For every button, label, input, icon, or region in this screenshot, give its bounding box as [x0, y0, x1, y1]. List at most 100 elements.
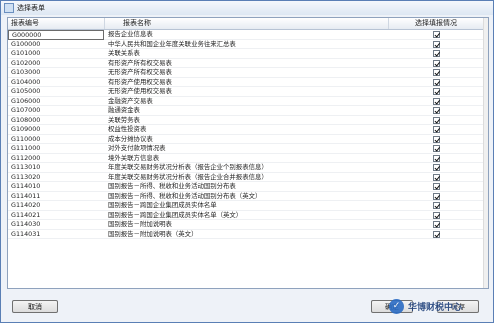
column-header-name[interactable]: 报表名称	[105, 18, 389, 29]
watermark-text: 华博财税中心	[408, 303, 463, 313]
table-row[interactable]: G114020 国别报告－跨国企业集团成员实体名单	[8, 201, 484, 211]
table-row[interactable]: G102000 有形资产所有权交易表	[8, 59, 484, 69]
include-checkbox[interactable]	[433, 116, 440, 124]
report-name-cell[interactable]: 中华人民共和国企业年度关联业务往来汇总表	[105, 40, 389, 50]
report-code-cell[interactable]: G101000	[8, 49, 104, 59]
include-checkbox[interactable]	[433, 69, 440, 77]
report-name-cell[interactable]: 金融资产交易表	[105, 97, 389, 107]
column-header-selection[interactable]: 选择填报情况	[389, 18, 484, 29]
include-checkbox[interactable]	[433, 126, 440, 134]
report-code-cell[interactable]: G107000	[8, 106, 104, 116]
include-checkbox[interactable]	[433, 31, 440, 39]
report-code-cell[interactable]: G110000	[8, 135, 104, 145]
table-row[interactable]: G106000 金融资产交易表	[8, 97, 484, 107]
table-row[interactable]: G114021 国别报告－跨国企业集团成员实体名单（英文）	[8, 211, 484, 221]
report-name-cell[interactable]: 境外关联方信息表	[105, 154, 389, 164]
report-code-cell[interactable]: G114011	[8, 192, 104, 202]
report-name-cell[interactable]: 年度关联交易财务状况分析表（报告企业个别报表信息）	[105, 163, 389, 173]
table-row[interactable]: G105000 无形资产使用权交易表	[8, 87, 484, 97]
include-checkbox[interactable]	[433, 88, 440, 96]
report-code-cell[interactable]: G103000	[8, 68, 104, 78]
report-name-cell[interactable]: 国别报告－附加说明表	[105, 220, 389, 230]
table-row[interactable]: G100000 中华人民共和国企业年度关联业务往来汇总表	[8, 40, 484, 50]
report-name-cell[interactable]: 国别报告－所得、税收和业务活动国别分布表（英文）	[105, 192, 389, 202]
include-checkbox[interactable]	[433, 221, 440, 229]
vertical-scrollbar[interactable]	[483, 18, 488, 288]
report-code-cell[interactable]: G102000	[8, 59, 104, 69]
table-row[interactable]: G114010 国别报告－所得、税收和业务活动国别分布表	[8, 182, 484, 192]
report-code-cell[interactable]: G106000	[8, 97, 104, 107]
report-name-cell[interactable]: 国别报告－附加说明表（英文）	[105, 230, 389, 240]
include-checkbox[interactable]	[433, 59, 440, 67]
table-row[interactable]: G114031 国别报告－附加说明表（英文）	[8, 230, 484, 240]
table-header: 报表编号 报表名称 选择填报情况	[8, 18, 484, 30]
table-row[interactable]: G000000 报告企业信息表	[8, 30, 484, 40]
table-row[interactable]: G114011 国别报告－所得、税收和业务活动国别分布表（英文）	[8, 192, 484, 202]
include-checkbox[interactable]	[433, 50, 440, 58]
include-checkbox[interactable]	[433, 78, 440, 86]
include-checkbox[interactable]	[433, 107, 440, 115]
column-header-code[interactable]: 报表编号	[8, 18, 105, 29]
report-code-cell[interactable]: G114021	[8, 211, 104, 221]
selection-cell	[389, 125, 484, 135]
report-code-cell[interactable]: G105000	[8, 87, 104, 97]
table-row[interactable]: G108000 关联劳务表	[8, 116, 484, 126]
report-name-cell[interactable]: 关联劳务表	[105, 116, 389, 126]
table-row[interactable]: G109000 权益性投资表	[8, 125, 484, 135]
report-code-cell[interactable]: G114020	[8, 201, 104, 211]
report-name-cell[interactable]: 权益性投资表	[105, 125, 389, 135]
selection-cell	[389, 211, 484, 221]
table-row[interactable]: G104000 有形资产使用权交易表	[8, 78, 484, 88]
report-code-cell[interactable]: G100000	[8, 40, 104, 50]
include-checkbox[interactable]	[433, 192, 440, 200]
report-code-cell[interactable]: G111000	[8, 144, 104, 154]
report-code-cell[interactable]: G109000	[8, 125, 104, 135]
report-code-cell[interactable]: G113010	[8, 163, 104, 173]
report-name-cell[interactable]: 无形资产所有权交易表	[105, 68, 389, 78]
selection-cell	[389, 116, 484, 126]
include-checkbox[interactable]	[433, 164, 440, 172]
report-code-cell[interactable]: G114030	[8, 220, 104, 230]
report-name-cell[interactable]: 成本分摊协议表	[105, 135, 389, 145]
include-checkbox[interactable]	[433, 154, 440, 162]
include-checkbox[interactable]	[433, 230, 440, 238]
include-checkbox[interactable]	[433, 135, 440, 143]
table-row[interactable]: G103000 无形资产所有权交易表	[8, 68, 484, 78]
report-name-cell[interactable]: 报告企业信息表	[105, 30, 389, 40]
report-code-cell[interactable]: G114031	[8, 230, 104, 240]
include-checkbox[interactable]	[433, 173, 440, 181]
report-name-cell[interactable]: 国别报告－跨国企业集团成员实体名单（英文）	[105, 211, 389, 221]
report-name-cell[interactable]: 国别报告－跨国企业集团成员实体名单	[105, 201, 389, 211]
cancel-button[interactable]: 取消	[12, 300, 58, 313]
table-row[interactable]: G112000 境外关联方信息表	[8, 154, 484, 164]
report-code-cell[interactable]: G112000	[8, 154, 104, 164]
table-row[interactable]: G110000 成本分摊协议表	[8, 135, 484, 145]
report-name-cell[interactable]: 融通资金表	[105, 106, 389, 116]
report-name-cell[interactable]: 国别报告－所得、税收和业务活动国别分布表	[105, 182, 389, 192]
include-checkbox[interactable]	[433, 183, 440, 191]
include-checkbox[interactable]	[433, 211, 440, 219]
report-code-cell[interactable]: G108000	[8, 116, 104, 126]
table-row[interactable]: G114030 国别报告－附加说明表	[8, 220, 484, 230]
report-code-cell[interactable]: G000000	[8, 30, 104, 40]
table-row[interactable]: G111000 对外支付款项情况表	[8, 144, 484, 154]
report-code-cell[interactable]: G104000	[8, 78, 104, 88]
include-checkbox[interactable]	[433, 202, 440, 210]
include-checkbox[interactable]	[433, 145, 440, 153]
table-row[interactable]: G113010 年度关联交易财务状况分析表（报告企业个别报表信息）	[8, 163, 484, 173]
table-row[interactable]: G101000 关联关系表	[8, 49, 484, 59]
table-row[interactable]: G113020 年度关联交易财务状况分析表（报告企业合并报表信息）	[8, 173, 484, 183]
report-code-cell[interactable]: G113020	[8, 173, 104, 183]
include-checkbox[interactable]	[433, 97, 440, 105]
report-name-cell[interactable]: 关联关系表	[105, 49, 389, 59]
table-row[interactable]: G107000 融通资金表	[8, 106, 484, 116]
selection-cell	[389, 182, 484, 192]
selection-cell	[389, 163, 484, 173]
report-code-cell[interactable]: G114010	[8, 182, 104, 192]
report-name-cell[interactable]: 对外支付款项情况表	[105, 144, 389, 154]
report-name-cell[interactable]: 无形资产使用权交易表	[105, 87, 389, 97]
include-checkbox[interactable]	[433, 40, 440, 48]
report-name-cell[interactable]: 年度关联交易财务状况分析表（报告企业合并报表信息）	[105, 173, 389, 183]
report-name-cell[interactable]: 有形资产使用权交易表	[105, 78, 389, 88]
report-name-cell[interactable]: 有形资产所有权交易表	[105, 59, 389, 69]
